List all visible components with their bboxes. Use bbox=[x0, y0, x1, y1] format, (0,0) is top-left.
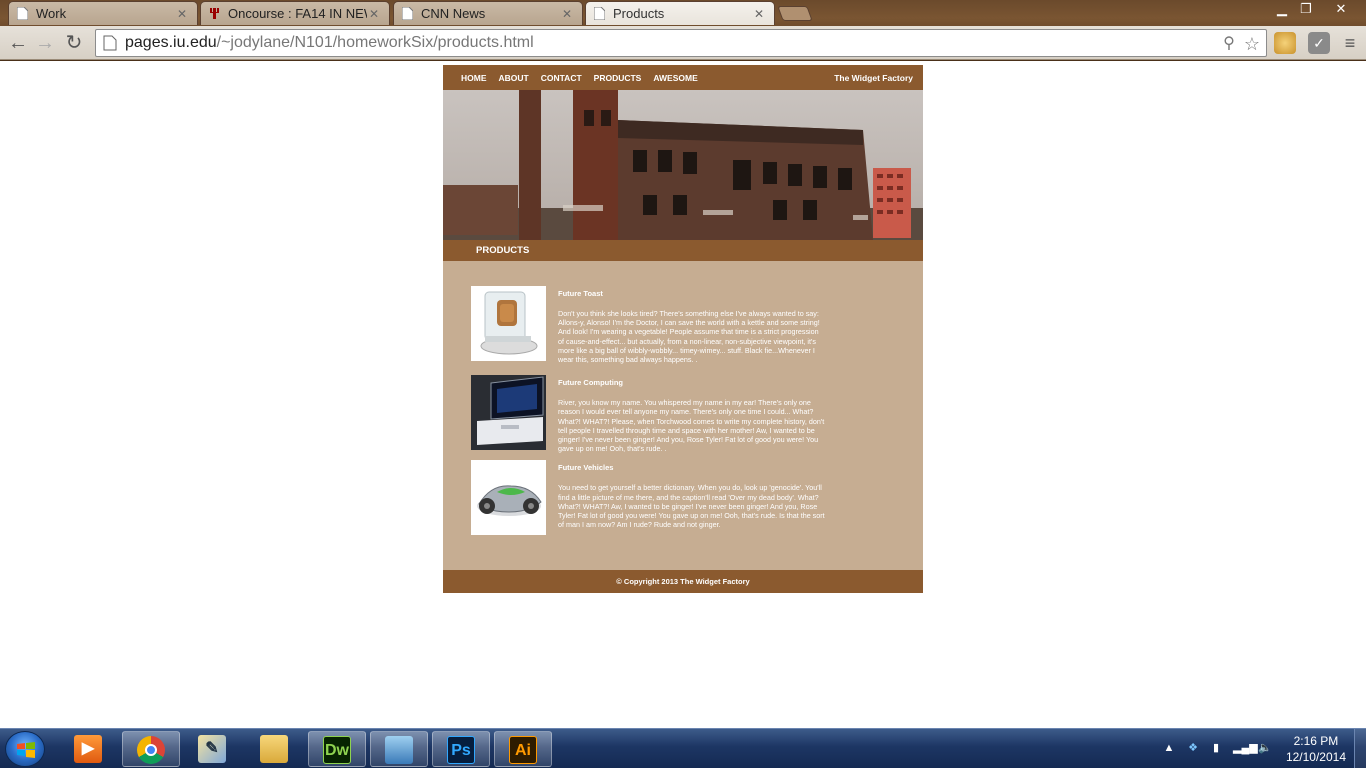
forward-arrow-icon[interactable]: → bbox=[33, 31, 57, 55]
page-icon bbox=[594, 7, 605, 20]
toaster-image bbox=[471, 286, 546, 361]
products-content: Future Toast Don't you think she looks t… bbox=[443, 261, 923, 570]
device-icon[interactable]: ▮ bbox=[1209, 741, 1223, 755]
close-icon[interactable]: ✕ bbox=[752, 7, 766, 21]
site-brand: The Widget Factory bbox=[834, 73, 913, 83]
chrome-icon bbox=[137, 736, 165, 764]
taskbar-chrome[interactable] bbox=[122, 731, 180, 767]
tab-work[interactable]: Work ✕ bbox=[8, 1, 198, 25]
nav-home[interactable]: HOME bbox=[461, 73, 487, 83]
tab-strip: Work ✕ Oncourse : FA14 IN NEWM ✕ CNN New… bbox=[0, 0, 1366, 26]
url-text: pages.iu.edu/~jodylane/N101/homeworkSix/… bbox=[125, 34, 534, 52]
minimize-icon[interactable]: ▁ bbox=[1272, 0, 1292, 18]
iu-trident-icon bbox=[210, 8, 219, 19]
product-text: Future Vehicles You need to get yourself… bbox=[558, 460, 826, 535]
taskbar-paint[interactable]: ✎ bbox=[184, 731, 242, 767]
photoshop-icon: Ps bbox=[447, 736, 475, 764]
product-title: Future Toast bbox=[558, 289, 603, 298]
product-description: You need to get yourself a better dictio… bbox=[558, 483, 825, 530]
hero-factory-image bbox=[443, 90, 923, 240]
folder-icon bbox=[260, 735, 288, 763]
tab-title: Work bbox=[36, 6, 67, 21]
product-title: Future Computing bbox=[558, 378, 623, 388]
clock-date: 12/10/2014 bbox=[1285, 750, 1346, 764]
nav-contact[interactable]: CONTACT bbox=[541, 73, 582, 83]
page-icon bbox=[103, 35, 117, 51]
product-text: Future Computing River, you know my name… bbox=[558, 375, 826, 453]
paint-icon: ✎ bbox=[198, 735, 226, 763]
media-player-icon: ▶ bbox=[74, 735, 102, 763]
tab-title: Oncourse : FA14 IN NEWM bbox=[228, 6, 367, 21]
address-bar[interactable]: pages.iu.edu/~jodylane/N101/homeworkSix/… bbox=[95, 29, 1267, 57]
product-item: Future Vehicles You need to get yourself… bbox=[471, 460, 923, 536]
back-arrow-icon[interactable]: ← bbox=[6, 31, 30, 55]
close-icon[interactable]: ✕ bbox=[560, 7, 574, 21]
browser-frame: Work ✕ Oncourse : FA14 IN NEWM ✕ CNN New… bbox=[0, 0, 1366, 61]
illustrator-icon: Ai bbox=[509, 736, 537, 764]
url-path: /~jodylane/N101/homeworkSix/products.htm… bbox=[216, 34, 534, 51]
tab-title: Products bbox=[613, 6, 665, 21]
windows-taskbar: ▶ ✎ Dw Ps Ai ▲ ❖ ▮ ▂▄▆ 🔈 2:16 PM 12/10/2… bbox=[0, 728, 1366, 768]
product-description: Don't you think she looks tired? There's… bbox=[558, 309, 820, 365]
menu-icon[interactable]: ≡ bbox=[1338, 31, 1362, 55]
product-description: River, you know my name. You whispered m… bbox=[558, 398, 825, 454]
dropbox-icon[interactable]: ❖ bbox=[1186, 741, 1200, 755]
search-icon[interactable]: ⚲ bbox=[1220, 35, 1238, 53]
tab-cnn[interactable]: CNN News ✕ bbox=[393, 1, 583, 25]
site-container: HOME ABOUT CONTACT PRODUCTS AWESOME The … bbox=[443, 65, 923, 593]
browser-toolbar: ← → ↻ pages.iu.edu/~jodylane/N101/homewo… bbox=[0, 26, 1366, 60]
site-nav: HOME ABOUT CONTACT PRODUCTS AWESOME The … bbox=[443, 65, 923, 90]
taskbar-illustrator[interactable]: Ai bbox=[494, 731, 552, 767]
page-icon bbox=[402, 7, 413, 20]
product-item: Future Computing River, you know my name… bbox=[471, 375, 923, 453]
tab-title: CNN News bbox=[421, 6, 486, 21]
windows-logo-icon bbox=[17, 742, 35, 758]
product-text: Future Toast Don't you think she looks t… bbox=[558, 286, 826, 364]
close-window-icon[interactable]: ✕ bbox=[1320, 0, 1362, 18]
vehicle-image bbox=[471, 460, 546, 536]
section-title: PRODUCTS bbox=[443, 240, 923, 261]
taskbar-photo-viewer[interactable] bbox=[370, 731, 428, 767]
product-item: Future Toast Don't you think she looks t… bbox=[471, 286, 923, 364]
network-signal-icon[interactable]: ▂▄▆ bbox=[1233, 741, 1258, 755]
star-icon[interactable]: ☆ bbox=[1243, 35, 1261, 53]
tab-oncourse[interactable]: Oncourse : FA14 IN NEWM ✕ bbox=[200, 1, 390, 25]
taskbar-media-player[interactable]: ▶ bbox=[60, 731, 118, 767]
tab-products[interactable]: Products ✕ bbox=[585, 1, 775, 25]
close-icon[interactable]: ✕ bbox=[367, 7, 381, 21]
start-button[interactable] bbox=[5, 731, 45, 767]
close-icon[interactable]: ✕ bbox=[175, 7, 189, 21]
page-icon bbox=[17, 7, 28, 20]
show-hidden-icons-icon[interactable]: ▲ bbox=[1162, 741, 1176, 755]
volume-muted-icon[interactable]: 🔈 bbox=[1258, 741, 1272, 755]
extension-face-icon[interactable] bbox=[1274, 32, 1296, 54]
system-clock[interactable]: 2:16 PM 12/10/2014 bbox=[1286, 733, 1346, 765]
restore-icon[interactable]: ❐ bbox=[1296, 0, 1316, 18]
site-footer: © Copyright 2013 The Widget Factory bbox=[443, 570, 923, 593]
show-desktop-button[interactable] bbox=[1354, 729, 1366, 768]
new-tab-button[interactable] bbox=[777, 6, 813, 21]
photo-viewer-icon bbox=[385, 736, 413, 764]
nav-products[interactable]: PRODUCTS bbox=[594, 73, 642, 83]
nav-about[interactable]: ABOUT bbox=[499, 73, 529, 83]
taskbar-photoshop[interactable]: Ps bbox=[432, 731, 490, 767]
computer-image bbox=[471, 375, 546, 451]
nav-awesome[interactable]: AWESOME bbox=[653, 73, 697, 83]
dreamweaver-icon: Dw bbox=[323, 736, 351, 764]
clock-time: 2:16 PM bbox=[1293, 734, 1339, 748]
taskbar-dreamweaver[interactable]: Dw bbox=[308, 731, 366, 767]
reload-icon[interactable]: ↻ bbox=[62, 31, 86, 55]
extension-check-icon[interactable]: ✓ bbox=[1308, 32, 1330, 54]
taskbar-explorer[interactable] bbox=[246, 731, 304, 767]
product-title: Future Vehicles bbox=[558, 463, 614, 473]
url-host: pages.iu.edu bbox=[125, 34, 217, 51]
